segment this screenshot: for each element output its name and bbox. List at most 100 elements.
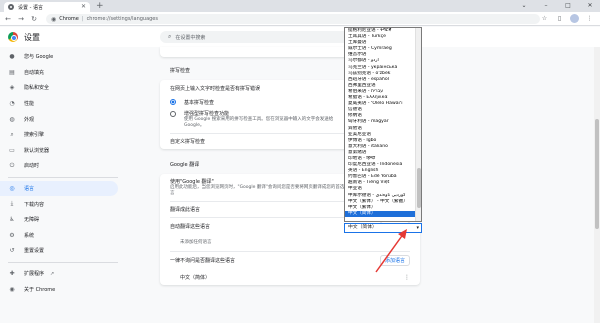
auto-translate-label: 自动翻译这些语言: [170, 224, 211, 230]
sidebar-item-label: 性能: [24, 101, 35, 108]
side-panel-icon[interactable]: ▯: [555, 14, 564, 23]
close-tab-icon[interactable]: ✕: [81, 4, 86, 10]
speed-icon: ◔: [9, 100, 15, 108]
clipboard-icon: ▤: [9, 68, 15, 76]
download-icon: ⤓: [10, 200, 14, 208]
browser-tab[interactable]: 设置 - 语言 ✕: [4, 2, 90, 12]
profile-avatar[interactable]: [570, 14, 579, 23]
sidebar-item-label: 关于 Chrome: [24, 286, 56, 293]
toolbar-right: ☆ ▯ ⋮: [540, 14, 594, 23]
person-icon: ●: [9, 53, 15, 61]
browser-icon: ▭: [9, 146, 15, 154]
basic-spellcheck-label: 基本拼写检查: [184, 99, 215, 106]
sidebar-divider: [8, 176, 118, 178]
globe-icon: ◎: [9, 185, 15, 193]
close-window-button[interactable]: ✕: [584, 1, 596, 11]
translate-target-label: 翻译成此语言: [170, 207, 201, 213]
sidebar-item-label: 隐私和安全: [24, 85, 50, 92]
sidebar-item-label: 下载内容: [24, 201, 45, 208]
accessibility-icon: ♿: [9, 216, 15, 224]
sidebar-item-privacy[interactable]: ◈ 隐私和安全: [0, 80, 120, 96]
url-separator: |: [81, 16, 84, 22]
palette-icon: ◍: [9, 115, 15, 123]
translate-target-select[interactable]: 中文（简体） ▾: [344, 223, 422, 233]
sidebar-item-label: 系统: [24, 232, 35, 239]
language-dropdown-list[interactable]: 提格利尼亚语 - ትግርኛ 土耳其语 - Türkçe 土库曼语 威尔士语 - Cym…: [344, 27, 422, 222]
maximize-button[interactable]: □: [562, 1, 574, 11]
sidebar-item-label: 扩展程序: [24, 271, 45, 278]
sidebar-item-label: 默认浏览器: [24, 147, 50, 154]
use-translate-label: 使用"Google 翻译": [170, 179, 214, 185]
enhanced-spellcheck-description: 使用 Google 搜索采用的拼写检查工具。您在浏览器中输入的文字会发送给 Go…: [184, 117, 334, 128]
sidebar-item-on-startup[interactable]: ⏻ 启动时: [0, 158, 120, 174]
chrome-icon: ◉: [9, 285, 15, 293]
reload-icon[interactable]: ↻: [29, 14, 39, 24]
sidebar-item-languages[interactable]: ◎ 语言: [0, 180, 118, 197]
search-placeholder: 在设置中搜索: [175, 34, 206, 41]
settings-header: 设置 ⌕ 在设置中搜索: [0, 27, 600, 47]
tab-title: 设置 - 语言: [18, 4, 43, 11]
add-never-translate-language-button[interactable]: 添加语言: [379, 255, 410, 266]
sidebar-item-performance[interactable]: ◔ 性能: [0, 96, 120, 112]
sidebar-item-label: 搜索引擎: [24, 132, 45, 139]
spellcheck-toggle-label: 在网页上输入文字时检查是否有拼写错误: [170, 85, 261, 92]
shield-icon: ◈: [9, 84, 15, 92]
enhanced-spellcheck-label: 增强型拼写检查功能: [184, 111, 230, 117]
search-icon: ⌕: [10, 130, 14, 138]
sidebar-item-reset[interactable]: ↺ 重置设置: [0, 243, 120, 259]
tab-search-icon[interactable]: ⌄: [518, 1, 530, 11]
enhanced-spellcheck-radio[interactable]: [170, 111, 176, 117]
translate-target-value: 中文（简体）: [348, 225, 377, 230]
dropdown-options: 提格利尼亚语 - ትግርኛ 土耳其语 - Türkçe 土库曼语 威尔士语 - Cym…: [345, 28, 421, 217]
chevron-down-icon: ▾: [416, 225, 419, 231]
sidebar-item-downloads[interactable]: ⤓ 下载内容: [0, 196, 120, 212]
bookmark-star-icon[interactable]: ☆: [540, 14, 549, 23]
never-translate-item-row: 中文（简体） ⋮: [170, 269, 410, 285]
settings-gear-icon: [8, 4, 14, 10]
more-actions-icon[interactable]: ⋮: [404, 274, 410, 281]
reset-icon: ↺: [9, 247, 15, 255]
page-scrollbar[interactable]: [594, 47, 600, 323]
dropdown-option[interactable]: 中文（简体）: [345, 210, 421, 217]
menu-icon[interactable]: ⋮: [585, 14, 594, 23]
sidebar-item-label: 语言: [24, 186, 35, 193]
minimize-button[interactable]: –: [540, 1, 552, 11]
sidebar-item-about[interactable]: ◉ 关于 Chrome: [0, 281, 120, 297]
sidebar-item-label: 您与 Google: [24, 54, 54, 61]
never-translate-label: 一律不询问是否翻译这些语言: [170, 258, 236, 264]
sidebar: ● 您与 Google ▤ 自动填充 ◈ 隐私和安全 ◔ 性能 ◍ 外观 ⌕ 搜索引擎 ▭ 默…: [0, 49, 120, 297]
sidebar-item-appearance[interactable]: ◍ 外观: [0, 111, 120, 127]
auto-translate-empty-text: 未添加任何语言: [180, 240, 212, 245]
new-tab-button[interactable]: +: [96, 2, 104, 11]
sidebar-item-label: 无障碍: [24, 217, 40, 224]
open-in-new-icon: ↗: [50, 270, 55, 277]
sidebar-item-system[interactable]: ⚙ 系统: [0, 228, 120, 244]
address-bar[interactable]: ◉ Chrome | chrome://settings/languages: [46, 14, 540, 24]
sidebar-item-label: 外观: [24, 116, 35, 123]
sidebar-item-extensions[interactable]: ✚ 扩展程序 ↗: [0, 266, 120, 282]
custom-spellcheck-label: 自定义拼写检查: [170, 139, 206, 145]
search-icon: ⌕: [168, 33, 172, 40]
sidebar-divider: [8, 261, 118, 263]
power-icon: ⏻: [9, 161, 15, 169]
basic-spellcheck-radio[interactable]: [170, 99, 176, 105]
forward-icon[interactable]: →: [16, 14, 26, 24]
dropdown-scrollbar-thumb[interactable]: [417, 168, 421, 208]
sidebar-item-you-and-google[interactable]: ● 您与 Google: [0, 49, 120, 65]
window-controls: ⌄ – □ ✕: [518, 1, 596, 11]
site-label: Chrome: [59, 16, 79, 22]
sidebar-item-search-engine[interactable]: ⌕ 搜索引擎: [0, 127, 120, 143]
puzzle-icon: ✚: [9, 270, 15, 278]
sidebar-item-autofill[interactable]: ▤ 自动填充: [0, 65, 120, 81]
sidebar-item-label: 启动时: [24, 163, 40, 170]
chrome-logo-icon: [8, 32, 18, 42]
auto-translate-empty-row: 未添加任何语言: [170, 235, 410, 251]
dropdown-scrollbar[interactable]: [415, 28, 421, 221]
page-title: 设置: [24, 33, 40, 42]
use-translate-description: 启用此功能后，当您浏览网页时，"Google 翻译"会询问您是否要将网页翻译成您…: [170, 185, 349, 196]
sidebar-item-default-browser[interactable]: ▭ 默认浏览器: [0, 143, 120, 159]
page-scrollbar-thumb[interactable]: [595, 119, 599, 229]
back-icon[interactable]: ←: [3, 14, 13, 24]
sidebar-item-accessibility[interactable]: ♿ 无障碍: [0, 212, 120, 228]
chrome-icon: ◉: [51, 15, 57, 23]
